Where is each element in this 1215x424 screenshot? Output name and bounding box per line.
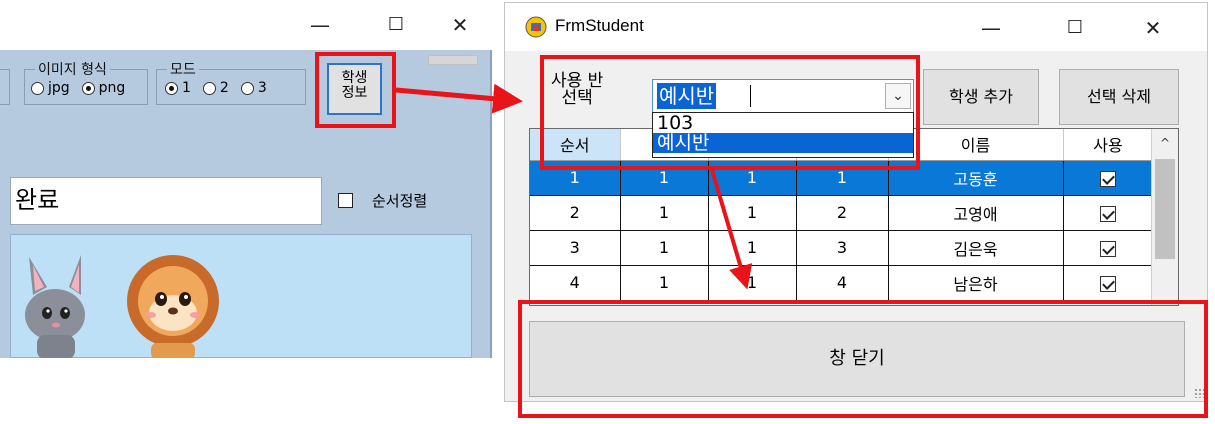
cell-number[interactable]: 3 xyxy=(796,230,889,266)
main-window: — ☐ ✕ 이미지 형식 jpg png 모드 1 2 3 완료 순서정렬 학생… xyxy=(0,0,492,358)
minimize-button[interactable]: — xyxy=(300,10,340,40)
radio-png[interactable] xyxy=(81,81,95,95)
cell-use[interactable] xyxy=(1063,230,1154,266)
column-header-use[interactable]: 사용 xyxy=(1063,129,1154,161)
scroll-up-icon[interactable]: ^ xyxy=(1152,129,1178,157)
minimize-button[interactable]: — xyxy=(971,13,1011,43)
main-window-titlebar: — ☐ ✕ xyxy=(0,0,492,50)
use-checkbox[interactable] xyxy=(1100,275,1116,292)
character-images xyxy=(25,255,219,358)
cell-use[interactable] xyxy=(1063,160,1154,196)
sort-checkbox[interactable] xyxy=(338,193,353,208)
maximize-button[interactable]: ☐ xyxy=(1055,13,1095,43)
cell-class[interactable]: 1 xyxy=(708,265,797,301)
cell-number[interactable]: 4 xyxy=(796,265,889,301)
scroll-thumb[interactable] xyxy=(1155,159,1175,259)
image-format-legend: 이미지 형식 xyxy=(35,59,110,79)
radio-mode-3-label[interactable]: 3 xyxy=(258,80,267,96)
status-textbox[interactable]: 완료 xyxy=(10,177,322,225)
cell-name[interactable]: 고영애 xyxy=(888,195,1064,231)
close-window-button[interactable]: ✕ xyxy=(440,10,480,40)
radio-mode-1[interactable] xyxy=(165,81,178,95)
cell-grade[interactable]: 1 xyxy=(620,265,709,301)
delete-selected-button[interactable]: 선택 삭제 xyxy=(1059,69,1179,125)
cell-class[interactable]: 1 xyxy=(708,230,797,266)
radio-jpg-label[interactable]: jpg xyxy=(48,80,70,96)
grid-scrollbar[interactable]: ^ xyxy=(1151,129,1178,305)
annotation-box-class-select xyxy=(540,55,920,170)
radio-mode-2[interactable] xyxy=(202,81,216,95)
cell-grade[interactable]: 1 xyxy=(620,230,709,266)
lion-image xyxy=(127,255,219,358)
toolbar-strip xyxy=(428,55,478,65)
window-title: FrmStudent xyxy=(555,16,644,35)
radio-mode-2-label[interactable]: 2 xyxy=(220,80,229,96)
cell-use[interactable] xyxy=(1063,265,1154,301)
cell-use[interactable] xyxy=(1063,195,1154,231)
app-icon xyxy=(525,16,547,38)
table-row[interactable]: 2 1 1 2 고영애 xyxy=(530,195,1154,231)
annotation-box-close-button xyxy=(518,300,1208,418)
use-checkbox[interactable] xyxy=(1100,240,1116,257)
use-checkbox[interactable] xyxy=(1100,170,1116,187)
cell-order[interactable]: 3 xyxy=(530,230,621,266)
image-panel xyxy=(10,234,472,358)
add-student-button[interactable]: 학생 추가 xyxy=(923,69,1039,125)
close-window-button[interactable]: ✕ xyxy=(1133,13,1173,43)
radio-mode-3[interactable] xyxy=(240,81,254,95)
cell-order[interactable]: 4 xyxy=(530,265,621,301)
annotation-box-student-info xyxy=(315,52,396,128)
table-row[interactable]: 4 1 1 4 남은하 xyxy=(530,265,1154,301)
cell-number[interactable]: 2 xyxy=(796,195,889,231)
cell-class[interactable]: 1 xyxy=(708,195,797,231)
student-window-titlebar: FrmStudent — ☐ ✕ xyxy=(505,3,1207,51)
main-window-body: 이미지 형식 jpg png 모드 1 2 3 완료 순서정렬 학생 정보 xyxy=(0,50,492,358)
cell-name[interactable]: 김은욱 xyxy=(888,230,1064,266)
cat-image xyxy=(25,255,85,358)
table-row[interactable]: 3 1 1 3 김은욱 xyxy=(530,230,1154,266)
radio-mode-1-label[interactable]: 1 xyxy=(182,80,191,96)
mode-legend: 모드 xyxy=(167,59,199,79)
group-partial xyxy=(0,69,10,105)
mode-group: 모드 1 2 3 xyxy=(156,59,306,105)
sort-checkbox-label[interactable]: 순서정렬 xyxy=(372,190,427,211)
use-checkbox[interactable] xyxy=(1100,205,1116,222)
cell-name[interactable]: 남은하 xyxy=(888,265,1064,301)
cell-order[interactable]: 2 xyxy=(530,195,621,231)
maximize-button[interactable]: ☐ xyxy=(376,10,416,40)
whitespace xyxy=(0,358,492,424)
radio-png-label[interactable]: png xyxy=(99,80,126,96)
radio-jpg[interactable] xyxy=(31,81,44,95)
image-format-group: 이미지 형식 jpg png xyxy=(24,59,148,105)
cell-grade[interactable]: 1 xyxy=(620,195,709,231)
